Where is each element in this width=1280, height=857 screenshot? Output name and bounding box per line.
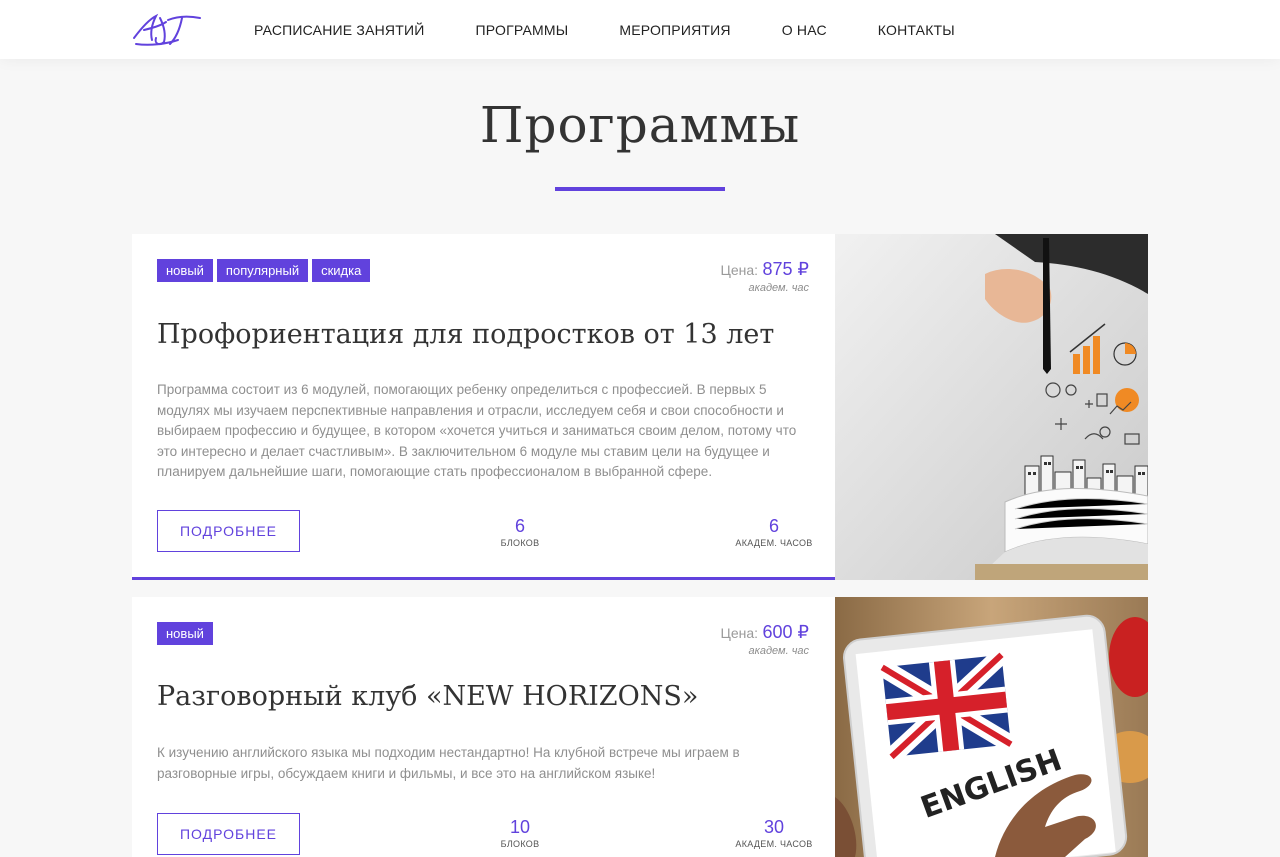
price-label: Цена: (720, 262, 759, 278)
site-header: Расписание занятий Программы Мероприятия… (0, 0, 1280, 59)
hours-label: академ. часов (735, 839, 813, 849)
nav-item-about[interactable]: О нас (782, 22, 827, 38)
price-label: Цена: (720, 625, 759, 641)
nav-item-programs[interactable]: Программы (476, 22, 569, 38)
blocks-stat: 10 блоков (490, 817, 550, 849)
program-price: Цена: 600 ₽ академ. час (720, 621, 809, 657)
hours-label: академ. часов (735, 538, 813, 548)
blocks-count: 10 (509, 817, 531, 837)
program-price: Цена: 875 ₽ академ. час (720, 258, 809, 294)
main-nav: Расписание занятий Программы Мероприятия… (254, 0, 1006, 59)
price-unit: академ. час (748, 282, 809, 294)
page-title: Программы (479, 96, 801, 154)
blocks-label: блоков (500, 538, 540, 548)
hours-count: 30 (763, 817, 785, 837)
program-title[interactable]: Профориентация для подростков от 13 лет (157, 319, 774, 350)
tag-discount: скидка (312, 259, 371, 282)
hours-stat: 6 академ. часов (724, 516, 824, 548)
tag-popular: популярный (216, 259, 309, 282)
program-card-body: новый популярный скидка Цена: 875 ₽ акад… (132, 234, 835, 580)
program-title[interactable]: Разговорный клуб «NEW HORIZONS» (157, 681, 698, 712)
blocks-count: 6 (514, 516, 525, 536)
logo[interactable] (130, 8, 204, 52)
logo-monogram-icon (133, 13, 201, 46)
program-tags: новый популярный скидка (157, 259, 374, 282)
program-description: К изучению английского языка мы подходим… (157, 745, 740, 781)
title-underline (555, 187, 725, 191)
price-value: 600 ₽ (762, 622, 810, 642)
price-unit: академ. час (748, 645, 809, 657)
program-card: новый популярный скидка Цена: 875 ₽ акад… (132, 234, 1148, 580)
english-tablet-image: ENGLISH (835, 597, 1148, 857)
price-value: 875 ₽ (762, 259, 810, 279)
details-button[interactable]: Подробнее (157, 510, 300, 552)
blocks-stat: 6 блоков (490, 516, 550, 548)
program-card: новый Цена: 600 ₽ академ. час Разговорны… (132, 597, 1148, 857)
nav-item-contacts[interactable]: Контакты (878, 22, 955, 38)
details-button[interactable]: Подробнее (157, 813, 300, 855)
hours-count: 6 (768, 516, 779, 536)
tag-new: новый (157, 259, 213, 282)
career-planning-image (835, 234, 1148, 580)
program-tags: новый (157, 622, 217, 645)
hours-stat: 30 академ. часов (724, 817, 824, 849)
nav-item-schedule[interactable]: Расписание занятий (254, 22, 425, 38)
program-description: Программа состоит из 6 модулей, помогающ… (157, 382, 797, 479)
program-card-body: новый Цена: 600 ₽ академ. час Разговорны… (132, 597, 835, 857)
tag-new: новый (157, 622, 213, 645)
nav-item-events[interactable]: Мероприятия (619, 22, 730, 38)
blocks-label: блоков (500, 839, 540, 849)
